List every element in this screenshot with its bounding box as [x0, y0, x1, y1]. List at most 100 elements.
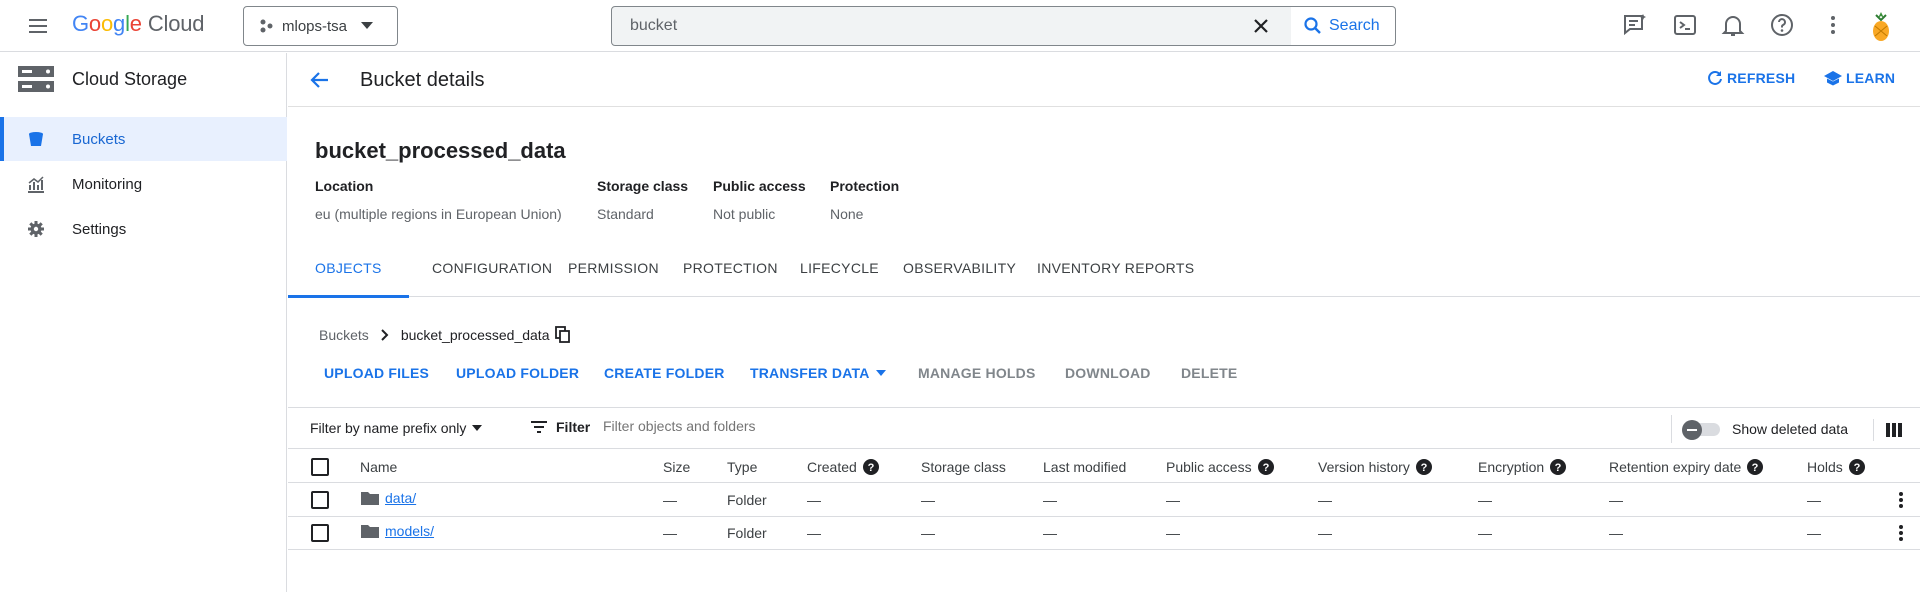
upload-files-button[interactable]: UPLOAD FILES	[324, 355, 429, 391]
svg-text:?: ?	[1752, 462, 1759, 474]
help-icon[interactable]: ?	[1415, 459, 1432, 475]
school-icon	[1824, 71, 1842, 86]
help-icon[interactable]: ?	[1550, 459, 1567, 475]
help-icon[interactable]: ?	[1848, 459, 1865, 475]
sidebar-item-monitoring[interactable]: Monitoring	[0, 162, 287, 206]
meta-protection: Protection None	[830, 178, 900, 222]
main-menu-icon[interactable]	[26, 14, 50, 38]
breadcrumb: Buckets bucket_processed_data	[319, 326, 571, 344]
help-icon[interactable]: ?	[1747, 459, 1764, 475]
row-checkbox[interactable]	[311, 524, 329, 542]
help-icon[interactable]: ?	[862, 459, 879, 475]
refresh-button[interactable]: REFRESH	[1706, 69, 1795, 87]
breadcrumb-buckets[interactable]: Buckets	[319, 327, 369, 343]
page-title: Bucket details	[360, 69, 485, 91]
caret-down-icon	[472, 425, 483, 431]
filter-button[interactable]: Filter	[530, 419, 590, 435]
filter-input[interactable]	[603, 418, 1203, 434]
name-cell: models/	[361, 523, 434, 539]
folder-link[interactable]: data/	[385, 490, 416, 506]
project-icon	[260, 19, 273, 33]
project-name: mlops-tsa	[282, 17, 348, 35]
monitoring-icon	[28, 176, 44, 193]
copy-icon[interactable]	[555, 326, 571, 344]
close-icon[interactable]	[1249, 14, 1273, 38]
help-icon[interactable]	[1769, 12, 1795, 40]
storage-icon	[18, 66, 54, 92]
notifications-icon[interactable]	[1720, 12, 1746, 40]
page-header: Bucket details REFRESH LEARN	[288, 53, 1920, 107]
col-retention-expiry[interactable]: Retention expiry date ?	[1609, 459, 1764, 475]
col-storage-class[interactable]: Storage class	[921, 459, 1006, 475]
transfer-data-button[interactable]: TRANSFER DATA	[750, 355, 886, 391]
table-row[interactable]: models/ — Folder — — — — — — — —	[288, 517, 1920, 550]
side-nav: Cloud Storage Buckets Monitoring Setting…	[0, 53, 287, 592]
col-created[interactable]: Created ?	[807, 459, 879, 475]
more-vert-icon[interactable]	[1898, 524, 1904, 542]
more-vert-icon[interactable]	[1898, 491, 1904, 509]
bucket-name: bucket_processed_data	[315, 138, 566, 163]
col-last-modified[interactable]: Last modified	[1043, 459, 1126, 475]
sidebar-item-settings[interactable]: Settings	[0, 207, 287, 251]
search-box	[611, 6, 1296, 46]
folder-icon	[361, 525, 379, 538]
tab-bar: OBJECTS CONFIGURATION PERMISSION PROTECT…	[288, 239, 1920, 298]
create-folder-button[interactable]: CREATE FOLDER	[604, 355, 725, 391]
upload-folder-button[interactable]: UPLOAD FOLDER	[456, 355, 579, 391]
col-version-history[interactable]: Version history ?	[1318, 459, 1432, 475]
search-icon	[1304, 17, 1321, 34]
refresh-icon	[1708, 70, 1722, 85]
meta-public-access: Public access Not public	[713, 178, 806, 222]
sidebar-item-buckets[interactable]: Buckets	[0, 117, 287, 161]
product-header: Cloud Storage	[0, 53, 287, 105]
bucket-icon	[29, 132, 43, 146]
chevron-down-icon	[361, 22, 374, 29]
avatar[interactable]	[1864, 9, 1898, 43]
back-arrow-icon[interactable]	[308, 68, 332, 92]
google-cloud-logo[interactable]: Google Cloud	[72, 11, 204, 37]
row-checkbox[interactable]	[311, 491, 329, 509]
col-encryption[interactable]: Encryption ?	[1478, 459, 1567, 475]
filter-icon	[531, 421, 547, 433]
learn-button[interactable]: LEARN	[1823, 69, 1895, 87]
breadcrumb-current: bucket_processed_data	[400, 327, 550, 343]
col-public-access[interactable]: Public access ?	[1166, 459, 1274, 475]
select-all-checkbox[interactable]	[311, 458, 329, 476]
gemini-chat-icon[interactable]	[1622, 12, 1648, 40]
filter-bar: Filter by name prefix only Filter Show d…	[288, 407, 1920, 449]
svg-text:?: ?	[1555, 462, 1562, 474]
project-picker[interactable]: mlops-tsa	[243, 6, 398, 46]
col-type[interactable]: Type	[727, 459, 757, 475]
search-button[interactable]: Search	[1291, 6, 1396, 46]
name-cell: data/	[361, 490, 416, 506]
folder-link[interactable]: models/	[385, 523, 434, 539]
tab-objects[interactable]: OBJECTS	[288, 239, 409, 298]
product-title: Cloud Storage	[72, 69, 188, 89]
filter-prefix-dropdown[interactable]: Filter by name prefix only	[310, 420, 483, 436]
svg-text:?: ?	[1853, 462, 1860, 474]
toggle-switch[interactable]	[1682, 420, 1722, 440]
download-button[interactable]: DOWNLOAD	[1065, 355, 1151, 391]
svg-text:?: ?	[867, 462, 874, 474]
folder-icon	[361, 492, 379, 505]
help-icon[interactable]: ?	[1257, 459, 1274, 475]
manage-holds-button[interactable]: MANAGE HOLDS	[918, 355, 1036, 391]
delete-button[interactable]: DELETE	[1181, 355, 1237, 391]
main-content: Bucket details REFRESH LEARN bucket_proc…	[288, 53, 1920, 592]
more-vert-icon[interactable]	[1820, 12, 1846, 40]
search-input[interactable]	[630, 17, 1230, 35]
show-deleted-toggle[interactable]: Show deleted data	[1671, 415, 1848, 443]
meta-storage-class: Storage class Standard	[597, 178, 689, 222]
svg-text:?: ?	[1420, 462, 1427, 474]
table-header: Name Size Type Created ? Storage class L…	[288, 451, 1920, 483]
chevron-right-icon	[381, 329, 389, 341]
col-name[interactable]: Name	[360, 459, 397, 475]
col-holds[interactable]: Holds ?	[1807, 459, 1865, 475]
table-row[interactable]: data/ — Folder — — — — — — — —	[288, 484, 1920, 517]
col-size[interactable]: Size	[663, 459, 690, 475]
tab-inventory-reports[interactable]: INVENTORY REPORTS	[1010, 239, 1221, 297]
caret-down-icon	[875, 370, 886, 376]
cloud-shell-icon[interactable]	[1672, 12, 1698, 40]
top-bar: GoogleCloud mlops-tsa Search	[0, 0, 1920, 52]
column-display-icon[interactable]	[1873, 419, 1902, 441]
